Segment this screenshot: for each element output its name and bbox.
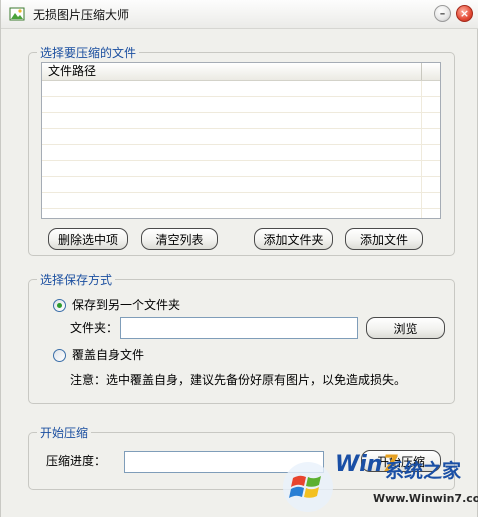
save-to-other-folder-radio[interactable] bbox=[53, 299, 66, 312]
overwrite-self-radio[interactable] bbox=[53, 349, 66, 362]
watermark-brand-cn: 系统之家 bbox=[385, 460, 462, 482]
clear-list-button[interactable]: 清空列表 bbox=[141, 228, 218, 250]
windows-logo-icon bbox=[283, 462, 333, 512]
add-folder-button[interactable]: 添加文件夹 bbox=[254, 228, 333, 250]
overwrite-self-label[interactable]: 覆盖自身文件 bbox=[72, 348, 144, 363]
overwrite-warning-note: 注意：选中覆盖自身，建议先备份好原有图片，以免造成损失。 bbox=[70, 373, 407, 387]
folder-path-input[interactable] bbox=[120, 317, 358, 339]
save-mode-legend: 选择保存方式 bbox=[40, 273, 113, 287]
save-to-other-folder-label[interactable]: 保存到另一个文件夹 bbox=[72, 298, 180, 313]
radio-selected-dot bbox=[57, 303, 62, 308]
column-header-file-path[interactable]: 文件路径 bbox=[42, 63, 422, 80]
watermark-url: Www.Winwin7.com bbox=[373, 492, 478, 505]
add-file-button[interactable]: 添加文件 bbox=[345, 228, 423, 250]
column-divider bbox=[421, 81, 422, 218]
site-watermark: Win7 系统之家 Www.Winwin7.com bbox=[281, 440, 478, 517]
file-list-header: 文件路径 bbox=[42, 63, 440, 81]
folder-label: 文件夹： bbox=[70, 321, 119, 335]
file-list[interactable]: 文件路径 bbox=[41, 62, 441, 219]
app-icon bbox=[9, 7, 25, 21]
close-icon: × bbox=[459, 7, 470, 20]
app-window: 无损图片压缩大师 – × 选择要压缩的文件 文件路径 删除选中项 清空列表 添加… bbox=[0, 0, 478, 517]
file-list-body[interactable] bbox=[42, 81, 440, 218]
title-bar[interactable]: 无损图片压缩大师 – × bbox=[1, 0, 478, 29]
progress-label: 压缩进度： bbox=[46, 454, 107, 468]
browse-button[interactable]: 浏览 bbox=[366, 317, 445, 339]
minimize-button[interactable]: – bbox=[434, 5, 451, 22]
delete-selected-button[interactable]: 删除选中项 bbox=[48, 228, 128, 250]
file-select-legend: 选择要压缩的文件 bbox=[40, 46, 137, 60]
start-compress-legend: 开始压缩 bbox=[40, 426, 89, 440]
minimize-icon: – bbox=[439, 7, 446, 20]
window-title: 无损图片压缩大师 bbox=[33, 8, 130, 22]
close-button[interactable]: × bbox=[456, 5, 473, 22]
